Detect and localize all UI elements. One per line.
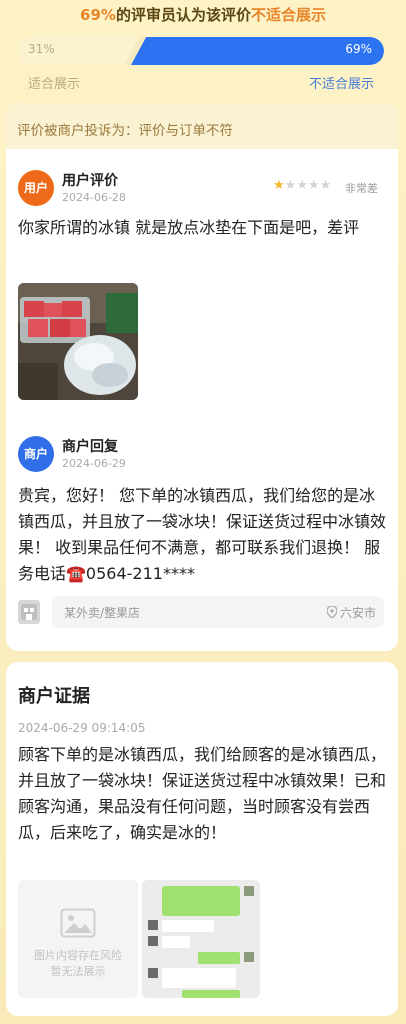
store-info-bar[interactable]: 某外卖/整果店 六安市 — [52, 596, 384, 628]
verdict-result: 不适合展示 — [250, 6, 326, 24]
merchant-reply-title: 商户回复 — [62, 439, 118, 455]
suitable-label: 适合展示 — [28, 77, 81, 92]
verdict-text: 的评审员认为该评价 — [115, 6, 251, 24]
review-verdict-title: 69%的评审员认为该评价不适合展示 — [0, 4, 406, 26]
review-card: 评价被商户投诉为：评价与订单不符 用户 用户评价 2024-06-28 ★★★★… — [6, 103, 398, 651]
evidence-text: 顾客下单的是冰镇西瓜，我们给顾客的是冰镇西瓜，并且放了一袋冰块！保证送货过程中冰… — [18, 745, 387, 842]
risk-image-placeholder: 图片内容存在风险 暂无法展示 — [18, 880, 138, 998]
store-location: 六安市 — [326, 604, 376, 621]
star-icon: ★ — [307, 178, 320, 193]
star-icon: ★ — [284, 178, 297, 193]
user-avatar: 用户 — [18, 170, 54, 206]
watermelon-photo-image — [18, 283, 138, 400]
review-photo[interactable] — [18, 283, 138, 400]
user-review-text: 你家所谓的冰镇 就是放点冰垫在下面是吧，差评 — [18, 218, 360, 237]
vote-bar: 31% 69% — [18, 37, 384, 65]
chat-screenshot-image — [142, 880, 260, 998]
user-review-date: 2024-06-28 — [62, 191, 126, 204]
complaint-label: 评价被商户投诉为：评价与订单不符 — [17, 123, 233, 139]
suitable-percent: 31% — [28, 42, 55, 56]
rating-text: 非常差 — [345, 182, 378, 195]
vote-labels: 适合展示 不适合展示 — [28, 73, 374, 92]
image-placeholder-icon — [60, 908, 96, 938]
evidence-title: 商户证据 — [18, 686, 90, 707]
complaint-banner: 评价被商户投诉为：评价与订单不符 — [6, 103, 398, 149]
merchant-avatar: 商户 — [18, 436, 54, 472]
evidence-card: 商户证据 2024-06-29 09:14:05 顾客下单的是冰镇西瓜，我们给顾… — [6, 662, 398, 1016]
merchant-reply-text: 贵宾，您好！ 您下单的冰镇西瓜，我们给您的是冰镇西瓜，并且放了一袋冰块！保证送货… — [18, 486, 387, 583]
store-icon — [18, 600, 40, 624]
star-icon: ★ — [319, 178, 332, 193]
rating-stars: ★★★★★ — [273, 178, 331, 193]
evidence-datetime: 2024-06-29 09:14:05 — [18, 721, 146, 735]
risk-image-text: 图片内容存在风险 暂无法展示 — [18, 948, 138, 980]
star-icon: ★ — [273, 178, 285, 193]
store-name: 某外卖/整果店 — [64, 606, 141, 620]
unsuitable-label: 不适合展示 — [308, 77, 374, 92]
user-review-title: 用户评价 — [62, 173, 118, 189]
verdict-percent: 69% — [80, 6, 116, 24]
risk-text-line1: 图片内容存在风险 — [34, 949, 122, 962]
store-location-text: 六安市 — [339, 606, 376, 620]
star-icon: ★ — [296, 178, 308, 193]
risk-text-line2: 暂无法展示 — [50, 965, 106, 978]
location-pin-icon — [326, 605, 338, 619]
unsuitable-percent: 69% — [345, 42, 372, 56]
chat-screenshot-thumbnail[interactable] — [142, 880, 260, 998]
merchant-reply-date: 2024-06-29 — [62, 457, 126, 470]
